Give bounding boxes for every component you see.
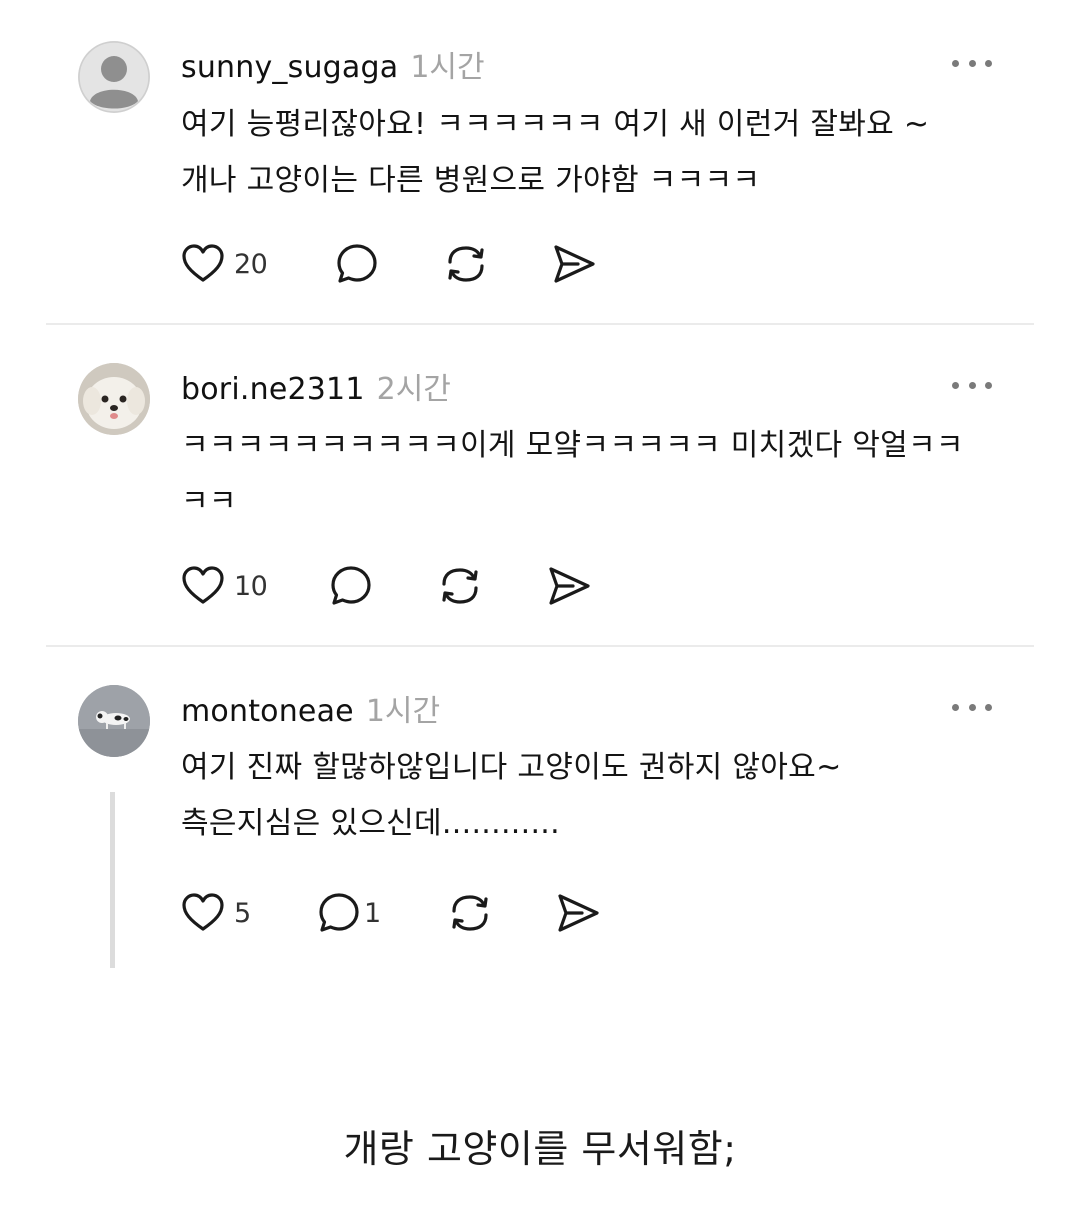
paper-plane-icon [558,894,599,932]
reply-button[interactable] [328,561,374,611]
comment-text-line: 여기 진짜 할많하않입니다 고양이도 권하지 않아요~ [181,750,842,785]
comment-1: sunny_sugaga 1시간 여기 능평리잖아요! ㅋㅋㅋㅋㅋㅋ 여기 새 … [0,0,1080,325]
repost-button[interactable] [446,888,494,938]
comment-header: sunny_sugaga 1시간 [181,42,485,86]
speech-bubble-icon [337,244,377,283]
heart-outline-icon [182,244,224,282]
comment-3: montoneae 1시간 여기 진짜 할많하않입니다 고양이도 권하지 않아요… [0,647,1080,987]
timestamp: 1시간 [365,694,441,729]
repost-arrows-icon [452,895,488,931]
more-dots-icon[interactable] [952,697,992,717]
caption-text: 개랑 고양이를 무서워함; [343,1127,737,1171]
comment-header: montoneae 1시간 [181,686,440,730]
heart-outline-icon [182,566,224,604]
share-button[interactable] [545,561,593,611]
username[interactable]: sunny_sugaga [181,50,398,85]
repost-button[interactable] [436,561,484,611]
comment-text-line: 개나 고양이는 다른 병원으로 가야함 ㅋㅋㅋㅋ [181,163,761,198]
avatar-cat[interactable] [78,685,150,757]
reply-button[interactable]: 1 [316,888,381,938]
repost-arrows-icon [448,246,484,282]
like-button[interactable]: 20 [180,239,268,289]
like-count: 20 [234,248,268,280]
timestamp: 2시간 [376,372,451,407]
username[interactable]: montoneae [181,694,354,729]
like-button[interactable]: 10 [180,561,268,611]
comment-text: 여기 능평리잖아요! ㅋㅋㅋㅋㅋㅋ 여기 새 이런거 잘봐요 ~ 개나 고양이는… [181,97,1001,209]
comment-2: bori.ne2311 2시간 ㅋㅋㅋㅋㅋㅋㅋㅋㅋㅋ이게 모얔ㅋㅋㅋㅋㅋ 미치겠… [0,325,1080,647]
comment-text-line: ㅋㅋ [181,484,237,519]
like-count: 10 [234,570,268,602]
speech-bubble-icon [331,566,371,605]
username[interactable]: bori.ne2311 [181,372,365,407]
speech-bubble-icon [319,893,359,932]
comment-text: 여기 진짜 할많하않입니다 고양이도 권하지 않아요~ 측은지심은 있으신데..… [181,740,1001,852]
avatar-dog[interactable] [78,363,150,435]
repost-button[interactable] [442,239,490,289]
heart-outline-icon [182,893,224,931]
comment-text-line: ㅋㅋㅋㅋㅋㅋㅋㅋㅋㅋ이게 모얔ㅋㅋㅋㅋㅋ 미치겠다 악얼ㅋㅋ [181,428,964,463]
like-count: 5 [234,897,251,929]
comment-text-line: 여기 능평리잖아요! ㅋㅋㅋㅋㅋㅋ 여기 새 이런거 잘봐요 ~ [181,107,930,142]
more-dots-icon[interactable] [952,375,992,395]
share-button[interactable] [550,239,598,289]
like-button[interactable]: 5 [180,888,251,938]
paper-plane-icon [554,245,595,283]
avatar-default[interactable] [78,41,150,113]
share-button[interactable] [554,888,602,938]
thread-line [110,792,115,968]
comment-text-line: 측은지심은 있으신데............ [181,806,560,841]
comment-header: bori.ne2311 2시간 [181,364,451,408]
reply-button[interactable] [334,239,380,289]
reply-count: 1 [364,897,381,929]
timestamp: 1시간 [410,50,485,85]
repost-arrows-icon [442,568,478,604]
paper-plane-icon [549,567,590,605]
comment-text: ㅋㅋㅋㅋㅋㅋㅋㅋㅋㅋ이게 모얔ㅋㅋㅋㅋㅋ 미치겠다 악얼ㅋㅋ ㅋㅋ [181,418,1001,530]
more-dots-icon[interactable] [952,53,992,73]
